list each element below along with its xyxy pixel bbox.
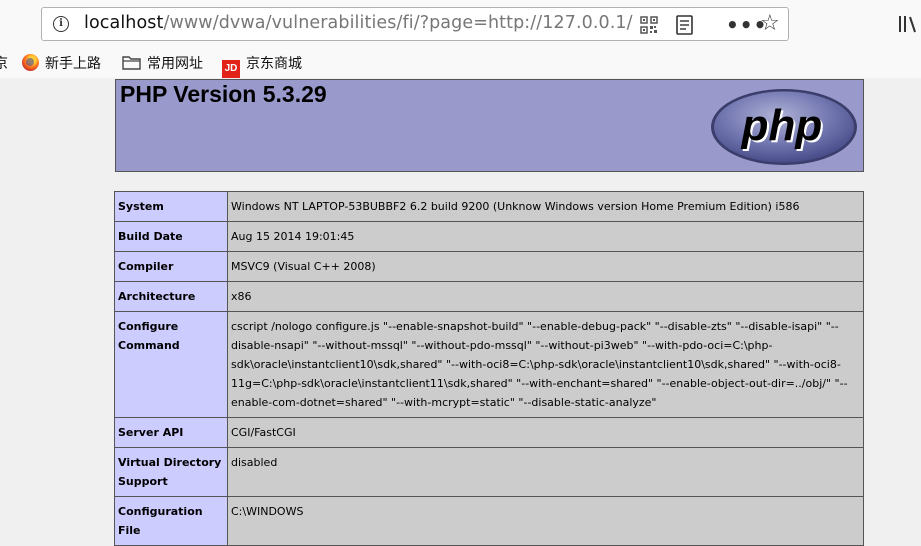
bookmark-item-cut[interactable]: 京 [0,53,8,73]
php-logo-text-shadow: php [741,101,823,150]
address-bar[interactable]: i localhost/www/dvwa/vulnerabilities/fi/… [41,7,789,41]
page-content: PHP Version 5.3.29 php php System Window… [0,78,921,546]
row-key: Architecture [114,281,228,312]
row-key: Build Date [114,221,228,252]
library-icon[interactable] [898,15,920,33]
row-key: System [114,191,228,222]
table-row: System Windows NT LAPTOP-53BUBBF2 6.2 bu… [114,191,864,222]
row-key: Configuration File [114,496,228,546]
bookmark-star-icon[interactable]: ☆ [760,11,780,36]
url-path: /www/dvwa/vulnerabilities/fi/?page=http:… [163,13,633,33]
bookmark-label: 京东商城 [246,56,302,72]
row-key: Virtual Directory Support [114,447,228,497]
table-row: Server API CGI/FastCGI [114,417,864,448]
php-logo[interactable]: php php [709,87,859,167]
row-key: Configure Command [114,311,228,418]
row-value: cscript /nologo configure.js "--enable-s… [227,311,864,418]
folder-icon [122,56,141,70]
firefox-icon [22,54,39,71]
table-row: Compiler MSVC9 (Visual C++ 2008) [114,251,864,282]
qr-code-icon[interactable] [640,16,658,34]
url-host: localhost [84,13,164,33]
row-value: x86 [227,281,864,312]
row-value: MSVC9 (Visual C++ 2008) [227,251,864,282]
row-value: disabled [227,447,864,497]
reader-view-icon[interactable] [676,15,693,35]
bookmark-item-getting-started[interactable]: 新手上路 [22,53,101,73]
table-row: Virtual Directory Support disabled [114,447,864,497]
bookmark-item-common-sites[interactable]: 常用网址 [122,53,203,73]
url-text[interactable]: localhost/www/dvwa/vulnerabilities/fi/?p… [84,13,644,33]
table-row: Configure Command cscript /nologo config… [114,311,864,418]
table-row: Build Date Aug 15 2014 19:01:45 [114,221,864,252]
php-version-header: PHP Version 5.3.29 php php [115,79,864,172]
row-value: C:\WINDOWS [227,496,864,546]
page-title: PHP Version 5.3.29 [120,81,327,107]
phpinfo-table: System Windows NT LAPTOP-53BUBBF2 6.2 bu… [114,191,864,546]
row-key: Compiler [114,251,228,282]
bookmark-label: 常用网址 [147,56,203,72]
row-value: Aug 15 2014 19:01:45 [227,221,864,252]
table-row: Architecture x86 [114,281,864,312]
jd-icon: JD [222,60,240,78]
bookmark-label: 京 [0,56,8,72]
row-value: CGI/FastCGI [227,417,864,448]
row-key: Server API [114,417,228,448]
bookmark-label: 新手上路 [45,56,101,72]
bookmark-item-jd-mall[interactable]: JD 京东商城 [222,53,302,78]
table-row: Configuration File C:\WINDOWS [114,496,864,546]
bookmarks-toolbar: 京 新手上路 常用网址 JD 京东商城 [0,50,921,78]
browser-chrome: i localhost/www/dvwa/vulnerabilities/fi/… [0,0,921,78]
site-info-icon[interactable]: i [53,16,69,32]
row-value: Windows NT LAPTOP-53BUBBF2 6.2 build 920… [227,191,864,222]
